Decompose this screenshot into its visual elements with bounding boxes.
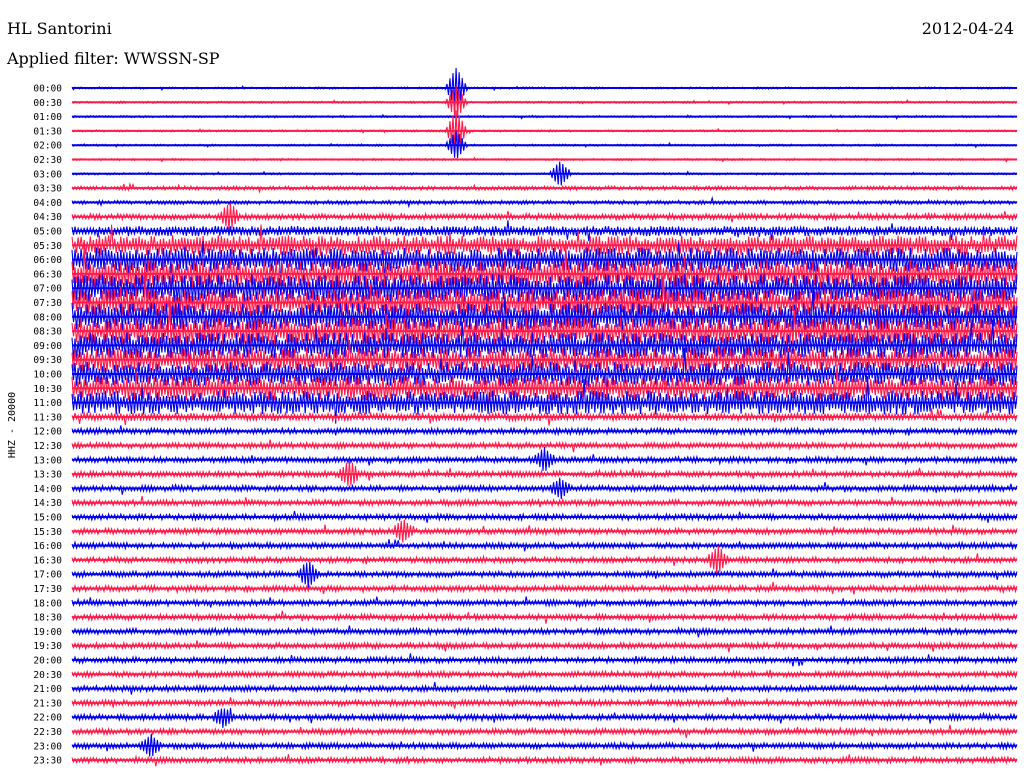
row-label: 10:00 <box>33 370 62 381</box>
row-label: 18:30 <box>33 613 62 624</box>
row-label: 12:00 <box>33 427 62 438</box>
row-label: 03:30 <box>33 184 62 195</box>
row-label: 16:00 <box>33 541 62 552</box>
row-label: 07:00 <box>33 284 62 295</box>
row-label: 23:30 <box>33 756 62 767</box>
row-label: 20:00 <box>33 656 62 667</box>
row-label: 04:00 <box>33 198 62 209</box>
row-label: 09:30 <box>33 355 62 366</box>
row-label: 21:00 <box>33 684 62 695</box>
row-label: 06:30 <box>33 269 62 280</box>
y-axis-label: HHZ - 20000 <box>7 392 18 458</box>
row-label: 22:00 <box>33 713 62 724</box>
row-label: 07:30 <box>33 298 62 309</box>
row-label: 08:00 <box>33 312 62 323</box>
row-label: 16:30 <box>33 555 62 566</box>
row-label: 11:30 <box>33 412 62 423</box>
row-label: 23:00 <box>33 741 62 752</box>
row-label: 00:00 <box>33 84 62 95</box>
row-label: 08:30 <box>33 327 62 338</box>
seismogram-traces <box>71 67 1018 767</box>
row-label: 06:00 <box>33 255 62 266</box>
row-label: 03:00 <box>33 169 62 180</box>
row-label: 13:30 <box>33 470 62 481</box>
row-label: 05:00 <box>33 227 62 238</box>
row-label: 15:00 <box>33 513 62 524</box>
row-label: 09:00 <box>33 341 62 352</box>
row-label: 00:30 <box>33 98 62 109</box>
row-label: 22:30 <box>33 727 62 738</box>
row-label: 20:30 <box>33 670 62 681</box>
row-label: 17:30 <box>33 584 62 595</box>
row-label: 18:00 <box>33 598 62 609</box>
row-label: 01:30 <box>33 126 62 137</box>
row-label: 17:00 <box>33 570 62 581</box>
row-label: 15:30 <box>33 527 62 538</box>
row-label: 21:30 <box>33 698 62 709</box>
row-label: 13:00 <box>33 455 62 466</box>
row-label: 04:30 <box>33 212 62 223</box>
row-label: 14:30 <box>33 498 62 509</box>
row-label: 19:30 <box>33 641 62 652</box>
row-label: 19:00 <box>33 627 62 638</box>
row-label: 14:00 <box>33 484 62 495</box>
row-label: 01:00 <box>33 112 62 123</box>
row-label: 10:30 <box>33 384 62 395</box>
time-row-labels: 00:00 00:30 01:00 01:30 02:00 02:30 03:00 03:30… <box>33 84 62 767</box>
seismogram-plot: 00:00 00:30 01:00 01:30 02:00 02:30 03:00 03:30… <box>7 67 1018 767</box>
row-label: 12:30 <box>33 441 62 452</box>
row-label: 11:00 <box>33 398 62 409</box>
trace-row <box>71 495 1018 508</box>
row-label: 02:30 <box>33 155 62 166</box>
row-label: 02:00 <box>33 141 62 152</box>
row-label: 05:30 <box>33 241 62 252</box>
